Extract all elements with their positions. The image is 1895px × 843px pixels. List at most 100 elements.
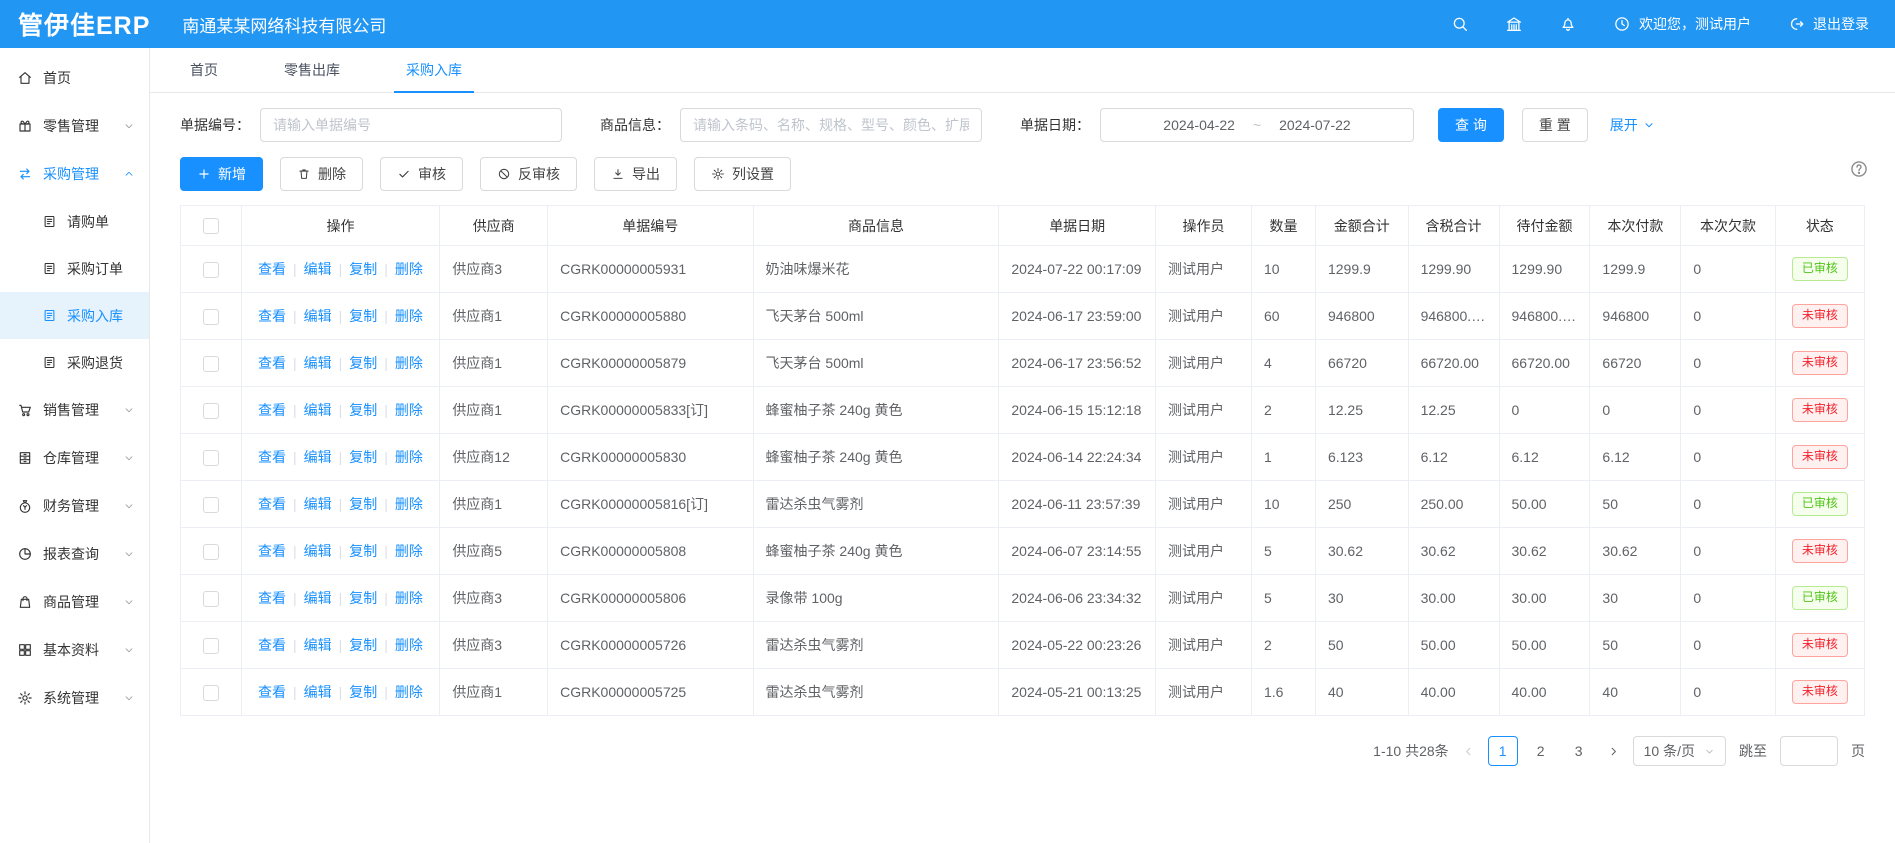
row-checkbox[interactable] <box>203 638 219 654</box>
sidebar-item[interactable]: 首页 <box>0 54 149 102</box>
sidebar-subitem[interactable]: 采购入库 <box>0 292 149 339</box>
sidebar-subitem[interactable]: 采购订单 <box>0 245 149 292</box>
tab-1[interactable]: 零售出库 <box>272 48 352 92</box>
row-action-delete[interactable]: 删除 <box>395 496 423 512</box>
row-action-copy[interactable]: 复制 <box>349 402 377 418</box>
row-action-copy[interactable]: 复制 <box>349 684 377 700</box>
sidebar-item[interactable]: 仓库管理 <box>0 434 149 482</box>
top-header: 管伊佳ERP 南通某某网络科技有限公司 欢迎您，测试用户 退出登录 <box>0 0 1895 48</box>
next-page-button[interactable] <box>1607 745 1620 758</box>
page-button-3[interactable]: 3 <box>1564 736 1594 766</box>
row-action-edit[interactable]: 编辑 <box>304 637 332 653</box>
jump-page-input[interactable] <box>1780 736 1838 766</box>
notifications-button[interactable] <box>1559 15 1577 33</box>
row-action-view[interactable]: 查看 <box>258 308 286 324</box>
row-action-copy[interactable]: 复制 <box>349 543 377 559</box>
cell-supplier: 供应商12 <box>440 434 548 481</box>
row-action-delete[interactable]: 删除 <box>395 261 423 277</box>
page-size-select[interactable]: 10 条/页 <box>1633 736 1726 766</box>
row-action-view[interactable]: 查看 <box>258 637 286 653</box>
help-button[interactable] <box>1849 159 1869 179</box>
row-actions: 查看|编辑|复制|删除 <box>241 340 440 387</box>
row-action-edit[interactable]: 编辑 <box>304 684 332 700</box>
row-action-view[interactable]: 查看 <box>258 402 286 418</box>
sidebar-item[interactable]: 采购管理 <box>0 150 149 198</box>
search-button[interactable] <box>1451 15 1469 33</box>
row-action-view[interactable]: 查看 <box>258 496 286 512</box>
row-action-copy[interactable]: 复制 <box>349 308 377 324</box>
column-settings-button[interactable]: 列设置 <box>694 157 791 191</box>
row-checkbox[interactable] <box>203 450 219 466</box>
row-action-view[interactable]: 查看 <box>258 590 286 606</box>
sidebar-item[interactable]: 零售管理 <box>0 102 149 150</box>
row-action-delete[interactable]: 删除 <box>395 355 423 371</box>
row-action-copy[interactable]: 复制 <box>349 261 377 277</box>
row-action-copy[interactable]: 复制 <box>349 496 377 512</box>
row-action-edit[interactable]: 编辑 <box>304 496 332 512</box>
table-header-row: 操作供应商单据编号商品信息单据日期操作员数量金额合计含税合计待付金额本次付款本次… <box>181 206 1865 246</box>
row-checkbox[interactable] <box>203 685 219 701</box>
bill-date-label: 单据日期： <box>1020 115 1090 135</box>
row-checkbox[interactable] <box>203 309 219 325</box>
prev-page-button[interactable] <box>1462 745 1475 758</box>
row-action-delete[interactable]: 删除 <box>395 684 423 700</box>
audit-button[interactable]: 审核 <box>380 157 463 191</box>
tab-0[interactable]: 首页 <box>178 48 230 92</box>
sidebar-item[interactable]: 基本资料 <box>0 626 149 674</box>
user-menu[interactable]: 欢迎您，测试用户 <box>1613 14 1751 34</box>
row-action-copy[interactable]: 复制 <box>349 449 377 465</box>
bill-no-input[interactable] <box>260 108 562 142</box>
row-action-view[interactable]: 查看 <box>258 449 286 465</box>
row-action-delete[interactable]: 删除 <box>395 543 423 559</box>
sidebar-subitem[interactable]: 采购退货 <box>0 339 149 386</box>
unaudit-button[interactable]: 反审核 <box>480 157 577 191</box>
search-submit-button[interactable]: 查 询 <box>1438 108 1504 142</box>
sidebar-subitem[interactable]: 请购单 <box>0 198 149 245</box>
cell-status: 未审核 <box>1775 387 1864 434</box>
row-checkbox[interactable] <box>203 403 219 419</box>
delete-button[interactable]: 删除 <box>280 157 363 191</box>
row-action-view[interactable]: 查看 <box>258 543 286 559</box>
row-action-edit[interactable]: 编辑 <box>304 308 332 324</box>
tab-2[interactable]: 采购入库 <box>394 48 474 92</box>
select-all-checkbox[interactable] <box>203 218 219 234</box>
sidebar-item[interactable]: 系统管理 <box>0 674 149 722</box>
row-action-edit[interactable]: 编辑 <box>304 449 332 465</box>
row-action-copy[interactable]: 复制 <box>349 590 377 606</box>
row-action-view[interactable]: 查看 <box>258 261 286 277</box>
page-button-1[interactable]: 1 <box>1488 736 1518 766</box>
row-action-edit[interactable]: 编辑 <box>304 543 332 559</box>
row-checkbox[interactable] <box>203 544 219 560</box>
sidebar-item[interactable]: 销售管理 <box>0 386 149 434</box>
row-checkbox[interactable] <box>203 356 219 372</box>
row-action-view[interactable]: 查看 <box>258 684 286 700</box>
row-action-view[interactable]: 查看 <box>258 355 286 371</box>
row-action-delete[interactable]: 删除 <box>395 590 423 606</box>
sidebar-item[interactable]: 商品管理 <box>0 578 149 626</box>
row-action-edit[interactable]: 编辑 <box>304 590 332 606</box>
row-action-copy[interactable]: 复制 <box>349 355 377 371</box>
product-info-input[interactable] <box>680 108 982 142</box>
row-action-delete[interactable]: 删除 <box>395 402 423 418</box>
sidebar-item[interactable]: 财务管理 <box>0 482 149 530</box>
page-button-2[interactable]: 2 <box>1526 736 1556 766</box>
add-button[interactable]: 新增 <box>180 157 263 191</box>
sidebar-item[interactable]: 报表查询 <box>0 530 149 578</box>
row-action-delete[interactable]: 删除 <box>395 449 423 465</box>
row-checkbox[interactable] <box>203 262 219 278</box>
row-action-delete[interactable]: 删除 <box>395 308 423 324</box>
row-checkbox[interactable] <box>203 497 219 513</box>
reset-button[interactable]: 重 置 <box>1522 108 1588 142</box>
expand-filters-link[interactable]: 展开 <box>1610 115 1655 135</box>
row-action-edit[interactable]: 编辑 <box>304 261 332 277</box>
row-action-copy[interactable]: 复制 <box>349 637 377 653</box>
logout-button[interactable]: 退出登录 <box>1787 14 1869 34</box>
row-checkbox[interactable] <box>203 591 219 607</box>
platform-button[interactable] <box>1505 15 1523 33</box>
date-range-picker[interactable]: 2024-04-22 ~ 2024-07-22 <box>1100 108 1414 142</box>
row-action-delete[interactable]: 删除 <box>395 637 423 653</box>
row-action-edit[interactable]: 编辑 <box>304 355 332 371</box>
cell-total_tax: 12.25 <box>1408 387 1499 434</box>
row-action-edit[interactable]: 编辑 <box>304 402 332 418</box>
export-button[interactable]: 导出 <box>594 157 677 191</box>
